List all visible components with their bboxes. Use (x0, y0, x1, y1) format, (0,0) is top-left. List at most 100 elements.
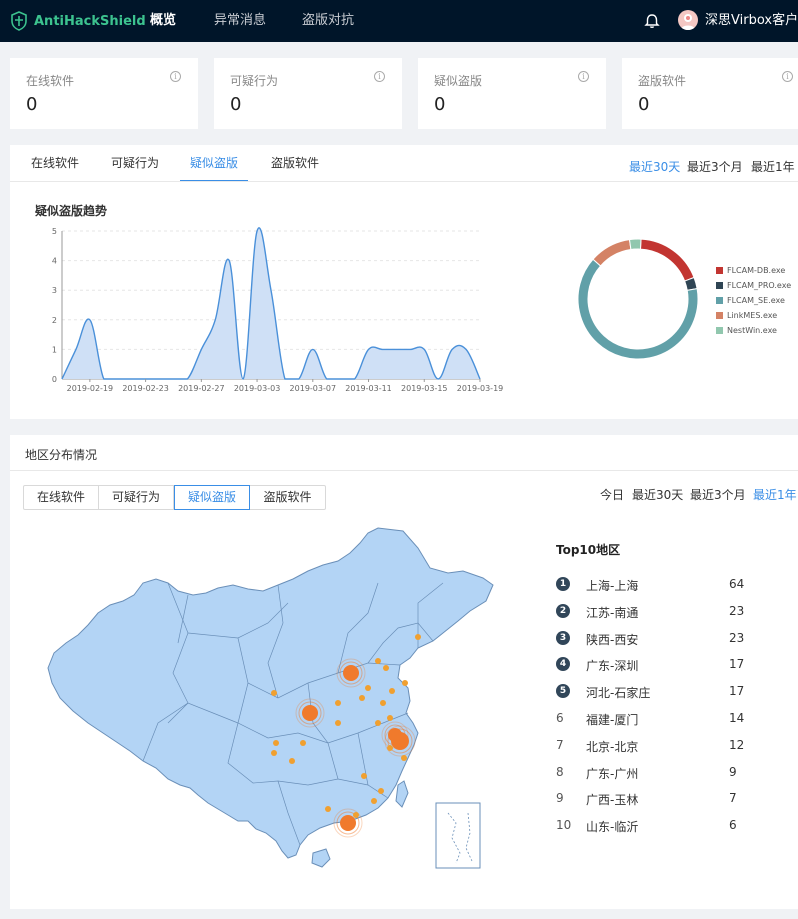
legend-item[interactable]: FLCAM_PRO.exe (716, 281, 791, 290)
city-marker[interactable] (380, 700, 386, 706)
legend-item[interactable]: NestWin.exe (716, 326, 777, 335)
data-point[interactable] (61, 378, 64, 381)
data-point[interactable] (172, 378, 175, 381)
region-range-30days[interactable]: 最近30天 (632, 486, 683, 503)
data-point[interactable] (242, 378, 245, 381)
info-icon[interactable]: i (170, 71, 181, 82)
legend-item[interactable]: FLCAM_SE.exe (716, 296, 785, 305)
top10-row: 10 山东-临沂 6 (556, 816, 786, 836)
area-fill (62, 227, 480, 379)
x-tick-label: 2019-02-23 (122, 384, 169, 393)
tab-online[interactable]: 在线软件 (31, 145, 79, 182)
donut-slice[interactable] (577, 258, 699, 360)
data-point[interactable] (102, 378, 105, 381)
city-marker[interactable] (401, 755, 407, 761)
donut-slice[interactable] (592, 239, 632, 267)
city-marker[interactable] (375, 658, 381, 664)
city-marker[interactable] (361, 773, 367, 779)
city-marker[interactable] (325, 806, 331, 812)
seg-suspicious[interactable]: 可疑行为 (99, 486, 174, 509)
legend-item[interactable]: FLCAM-DB.exe (716, 266, 785, 275)
data-point[interactable] (367, 348, 370, 351)
legend-item[interactable]: LinkMES.exe (716, 311, 777, 320)
seg-suspected-piracy[interactable]: 疑似盗版 (174, 485, 250, 510)
nav-item-anomaly[interactable]: 异常消息 (214, 0, 266, 42)
range-1year[interactable]: 最近1年 (751, 158, 795, 175)
data-point[interactable] (311, 348, 314, 351)
data-point[interactable] (130, 378, 133, 381)
city-marker[interactable] (402, 680, 408, 686)
data-point[interactable] (325, 378, 328, 381)
donut-slice[interactable] (628, 238, 642, 251)
seg-online[interactable]: 在线软件 (24, 486, 99, 509)
rank-region-name: 广东-深圳 (586, 659, 639, 674)
data-point[interactable] (437, 378, 440, 381)
hotspot-marker[interactable] (302, 705, 318, 721)
city-marker[interactable] (375, 720, 381, 726)
top10-row: 1 上海-上海 64 (556, 575, 786, 595)
data-point[interactable] (465, 348, 468, 351)
tab-suspected-piracy[interactable]: 疑似盗版 (180, 145, 249, 182)
hotspot-marker[interactable] (340, 815, 356, 831)
data-point[interactable] (200, 348, 203, 351)
city-marker[interactable] (371, 798, 377, 804)
region-range-3months[interactable]: 最近3个月 (690, 486, 746, 503)
hotspot-marker[interactable] (343, 665, 359, 681)
data-point[interactable] (339, 378, 342, 381)
donut-slice[interactable] (639, 238, 695, 282)
data-point[interactable] (88, 318, 91, 321)
seg-pirated[interactable]: 盗版软件 (250, 486, 325, 509)
x-tick-label: 2019-03-03 (234, 384, 281, 393)
city-marker[interactable] (289, 758, 295, 764)
avatar[interactable] (678, 10, 698, 30)
data-point[interactable] (381, 348, 384, 351)
info-icon[interactable]: i (578, 71, 589, 82)
tab-suspicious[interactable]: 可疑行为 (111, 145, 159, 182)
region-range-today[interactable]: 今日 (600, 486, 624, 503)
data-point[interactable] (353, 378, 356, 381)
data-point[interactable] (116, 378, 119, 381)
data-point[interactable] (214, 318, 217, 321)
nav-item-overview[interactable]: 概览 (150, 0, 176, 42)
stat-card-title: 在线软件 (26, 74, 75, 88)
data-point[interactable] (395, 348, 398, 351)
city-marker[interactable] (335, 720, 341, 726)
city-marker[interactable] (359, 695, 365, 701)
range-30days[interactable]: 最近30天 (629, 158, 680, 175)
data-point[interactable] (186, 378, 189, 381)
nav-item-antipiracy[interactable]: 盗版对抗 (302, 0, 354, 42)
city-marker[interactable] (378, 788, 384, 794)
tab-pirated[interactable]: 盗版软件 (271, 145, 319, 182)
city-marker[interactable] (273, 740, 279, 746)
city-marker[interactable] (389, 688, 395, 694)
range-3months[interactable]: 最近3个月 (687, 158, 743, 175)
city-marker[interactable] (271, 690, 277, 696)
info-icon[interactable]: i (782, 71, 793, 82)
data-point[interactable] (228, 259, 231, 262)
hotspot-marker[interactable] (388, 728, 402, 742)
bell-icon[interactable] (643, 12, 661, 30)
city-marker[interactable] (415, 634, 421, 640)
city-marker[interactable] (387, 715, 393, 721)
data-point[interactable] (423, 348, 426, 351)
city-marker[interactable] (353, 812, 359, 818)
city-marker[interactable] (335, 700, 341, 706)
city-marker[interactable] (383, 665, 389, 671)
info-icon[interactable]: i (374, 71, 385, 82)
data-point[interactable] (74, 348, 77, 351)
city-marker[interactable] (365, 685, 371, 691)
data-point[interactable] (283, 378, 286, 381)
city-marker[interactable] (271, 750, 277, 756)
city-marker[interactable] (387, 745, 393, 751)
data-point[interactable] (270, 289, 273, 292)
region-range-1year[interactable]: 最近1年 (753, 486, 797, 503)
data-point[interactable] (409, 348, 412, 351)
city-marker[interactable] (300, 740, 306, 746)
app-logo[interactable]: AntiHackShield (10, 9, 146, 33)
data-point[interactable] (297, 378, 300, 381)
user-name[interactable]: 深思Virbox客户端 (705, 0, 798, 42)
data-point[interactable] (256, 230, 259, 233)
donut-chart (577, 238, 699, 360)
data-point[interactable] (158, 378, 161, 381)
data-point[interactable] (451, 348, 454, 351)
